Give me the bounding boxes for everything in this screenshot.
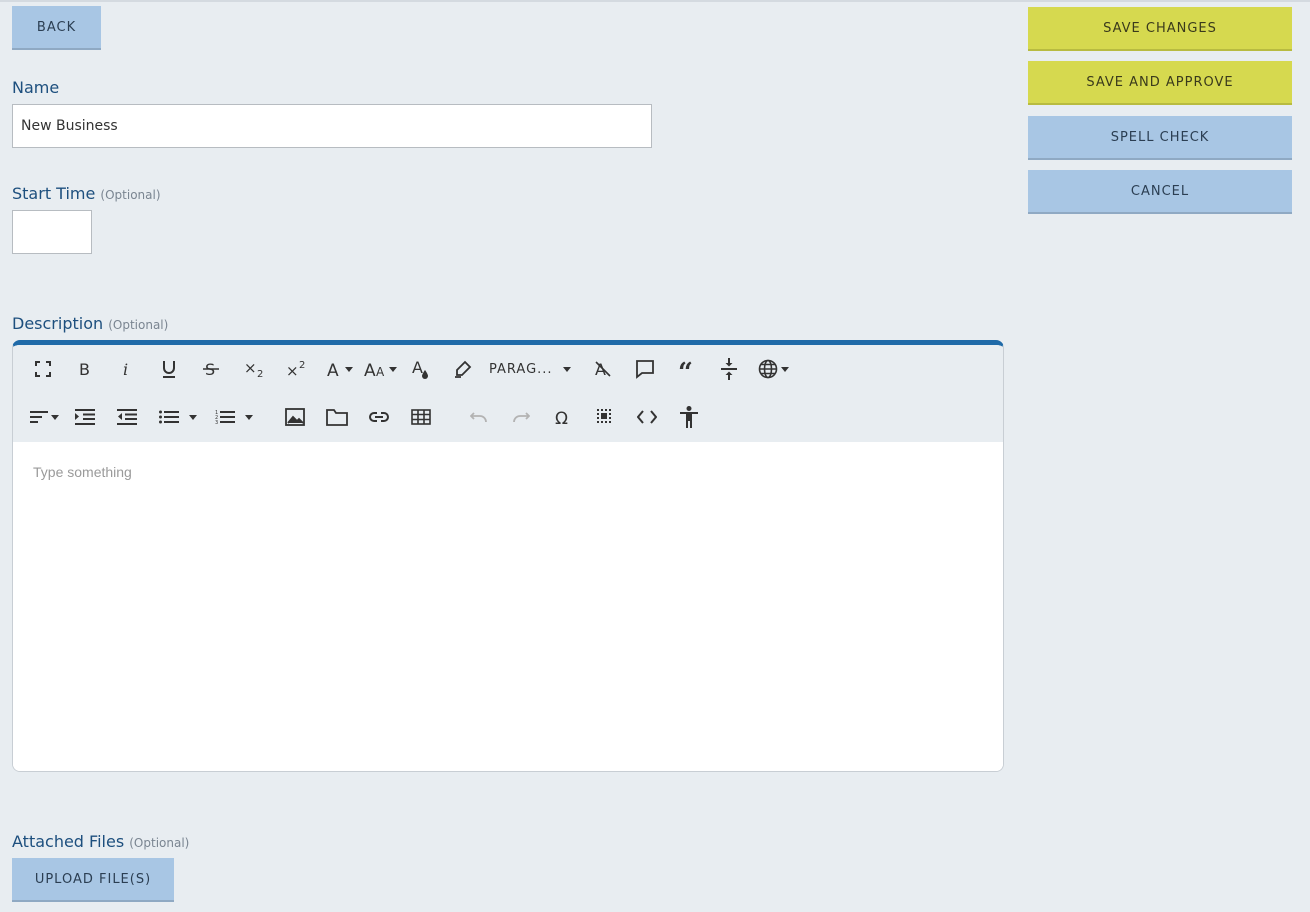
svg-text:“: “ bbox=[678, 361, 693, 377]
svg-text:×: × bbox=[244, 360, 257, 377]
outdent-icon[interactable] bbox=[113, 402, 141, 432]
svg-text:Ω: Ω bbox=[555, 409, 568, 425]
underline-icon[interactable] bbox=[155, 354, 183, 384]
accessibility-icon[interactable] bbox=[675, 402, 703, 432]
clear-formatting-icon[interactable]: A bbox=[589, 354, 617, 384]
align-icon[interactable] bbox=[27, 402, 61, 432]
upload-files-button[interactable]: UPLOAD FILE(S) bbox=[12, 858, 174, 902]
svg-text:B: B bbox=[79, 361, 90, 377]
insert-image-icon[interactable] bbox=[281, 402, 309, 432]
back-button[interactable]: BACK bbox=[12, 6, 101, 50]
ordered-list-icon[interactable]: 123 bbox=[211, 402, 257, 432]
optional-hint: (Optional) bbox=[129, 836, 190, 850]
cancel-button[interactable]: CANCEL bbox=[1028, 170, 1292, 214]
text-color-icon[interactable]: A bbox=[407, 354, 435, 384]
superscript-icon[interactable]: × 2 bbox=[281, 354, 311, 384]
svg-text:2: 2 bbox=[299, 360, 305, 371]
strikethrough-icon[interactable]: S bbox=[197, 354, 225, 384]
editor-placeholder: Type something bbox=[33, 464, 132, 480]
svg-text:A: A bbox=[376, 365, 385, 377]
italic-icon[interactable]: i bbox=[113, 354, 141, 384]
special-characters-icon[interactable]: Ω bbox=[549, 402, 577, 432]
bold-icon[interactable]: B bbox=[71, 354, 99, 384]
insert-file-icon[interactable] bbox=[323, 402, 351, 432]
svg-text:3: 3 bbox=[215, 420, 218, 425]
top-divider bbox=[0, 0, 1310, 2]
insert-table-icon[interactable] bbox=[407, 402, 435, 432]
comment-icon[interactable] bbox=[631, 354, 659, 384]
font-size-icon[interactable]: AA bbox=[363, 354, 397, 384]
svg-text:2: 2 bbox=[257, 369, 263, 378]
description-label: Description (Optional) bbox=[12, 314, 169, 333]
language-icon[interactable] bbox=[755, 354, 791, 384]
rich-text-editor: B i S × 2 × 2 A AA A PARAG... A “ 1 2 3 … bbox=[12, 340, 1004, 772]
name-label: Name bbox=[12, 78, 60, 97]
undo-icon[interactable] bbox=[465, 402, 493, 432]
svg-text:A: A bbox=[412, 359, 423, 377]
select-all-icon[interactable] bbox=[591, 402, 619, 432]
optional-hint: (Optional) bbox=[108, 318, 169, 332]
paragraph-format-dropdown[interactable]: PARAG... bbox=[489, 354, 581, 384]
insert-link-icon[interactable] bbox=[365, 402, 393, 432]
start-time-label: Start Time (Optional) bbox=[12, 184, 161, 203]
save-changes-button[interactable]: SAVE CHANGES bbox=[1028, 7, 1292, 51]
indent-icon[interactable] bbox=[71, 402, 99, 432]
spell-check-button[interactable]: SPELL CHECK bbox=[1028, 116, 1292, 160]
svg-text:A: A bbox=[364, 361, 376, 377]
highlight-icon[interactable] bbox=[449, 354, 477, 384]
name-input[interactable] bbox=[12, 104, 652, 148]
svg-text:i: i bbox=[123, 361, 128, 377]
fullscreen-icon[interactable] bbox=[29, 354, 57, 384]
optional-hint: (Optional) bbox=[100, 188, 161, 202]
font-family-icon[interactable]: A bbox=[323, 354, 355, 384]
save-and-approve-button[interactable]: SAVE AND APPROVE bbox=[1028, 61, 1292, 105]
editor-toolbar: B i S × 2 × 2 A AA A PARAG... A “ 1 2 3 … bbox=[13, 345, 1003, 442]
svg-text:×: × bbox=[286, 362, 299, 378]
redo-icon[interactable] bbox=[507, 402, 535, 432]
unordered-list-icon[interactable] bbox=[155, 402, 201, 432]
start-time-input[interactable] bbox=[12, 210, 92, 254]
subscript-icon[interactable]: × 2 bbox=[239, 354, 269, 384]
attached-files-label: Attached Files (Optional) bbox=[12, 832, 190, 851]
svg-text:A: A bbox=[327, 361, 339, 377]
paragraph-format-label: PARAG... bbox=[489, 361, 553, 377]
code-view-icon[interactable] bbox=[633, 402, 661, 432]
editor-content-area[interactable]: Type something bbox=[13, 442, 1003, 771]
quote-icon[interactable]: “ bbox=[673, 354, 701, 384]
insert-hr-icon[interactable] bbox=[715, 354, 743, 384]
